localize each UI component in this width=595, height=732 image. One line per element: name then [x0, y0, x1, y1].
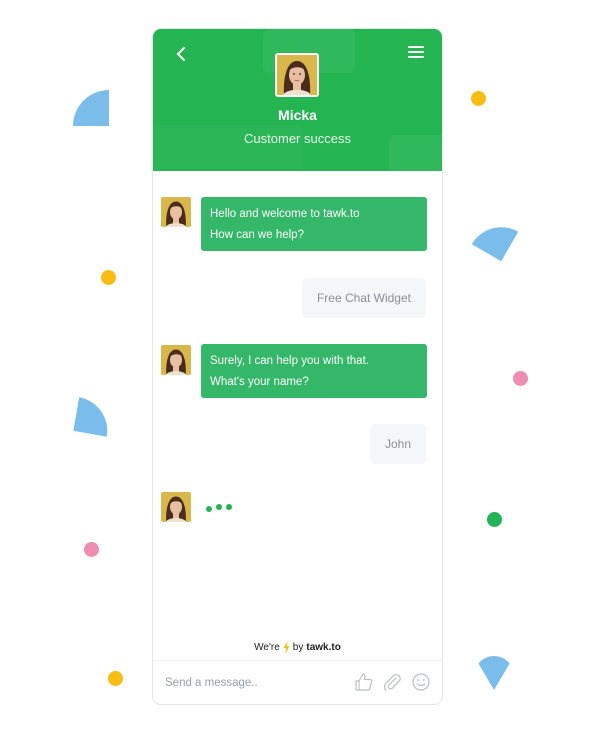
branding-brand: tawk.to: [306, 642, 341, 653]
message-line: How can we help?: [210, 229, 304, 241]
chat-widget: Micka Customer success Hello and welcome…: [152, 28, 443, 705]
branding-prefix: We're: [254, 642, 280, 653]
confetti-quarter-blue: [471, 214, 519, 262]
agent-portrait: [161, 492, 191, 522]
confetti-dot-yellow: [471, 91, 486, 106]
typing-dot: [206, 506, 212, 512]
agent-role: Customer success: [244, 131, 351, 146]
agent-portrait: [161, 197, 191, 227]
branding-by: by: [292, 642, 304, 653]
agent-portrait: [277, 55, 317, 95]
agent-avatar-small: [161, 345, 191, 375]
typing-dot: [216, 504, 222, 510]
confetti-dot-yellow: [108, 671, 123, 686]
confetti-dot-pink: [84, 542, 99, 557]
thumbs-up-button[interactable]: [354, 672, 374, 692]
typing-indicator: [206, 504, 232, 512]
menu-button[interactable]: [406, 43, 426, 63]
powered-by-branding[interactable]: We're by tawk.to: [153, 641, 442, 654]
chevron-left-icon: [176, 47, 185, 61]
message-input[interactable]: [163, 671, 347, 695]
confetti-dot-green: [487, 512, 502, 527]
visitor-message: Free Chat Widget: [301, 278, 426, 318]
agent-avatar: [275, 53, 319, 97]
agent-name: Micka: [278, 107, 317, 123]
agent-avatar-small: [161, 492, 191, 522]
message-line: Surely, I can help you with that.: [210, 355, 369, 367]
agent-message: Surely, I can help you with that. What's…: [201, 344, 427, 398]
attach-file-button[interactable]: [382, 672, 402, 692]
message-line: What's your name?: [210, 376, 309, 388]
confetti-quarter-blue: [73, 397, 113, 437]
back-button[interactable]: [171, 44, 191, 64]
thumbs-up-icon: [355, 673, 373, 691]
confetti-dot-yellow: [101, 270, 116, 285]
emoji-icon: [412, 673, 430, 691]
hamburger-menu-icon: [408, 46, 424, 58]
typing-dot: [226, 504, 232, 510]
agent-message: Hello and welcome to tawk.to How can we …: [201, 197, 427, 251]
visitor-message: John: [369, 424, 426, 464]
chat-header: Micka Customer success: [153, 29, 442, 171]
agent-portrait: [161, 345, 191, 375]
message-line: Hello and welcome to tawk.to: [210, 208, 360, 220]
confetti-quarter-blue: [474, 656, 514, 690]
confetti-dot-pink: [513, 371, 528, 386]
confetti-quarter-blue: [73, 90, 109, 126]
agent-avatar-small: [161, 197, 191, 227]
message-composer: [153, 660, 442, 704]
lightning-bolt-icon: [283, 641, 290, 654]
emoji-button[interactable]: [411, 672, 431, 692]
paperclip-icon: [383, 673, 401, 691]
